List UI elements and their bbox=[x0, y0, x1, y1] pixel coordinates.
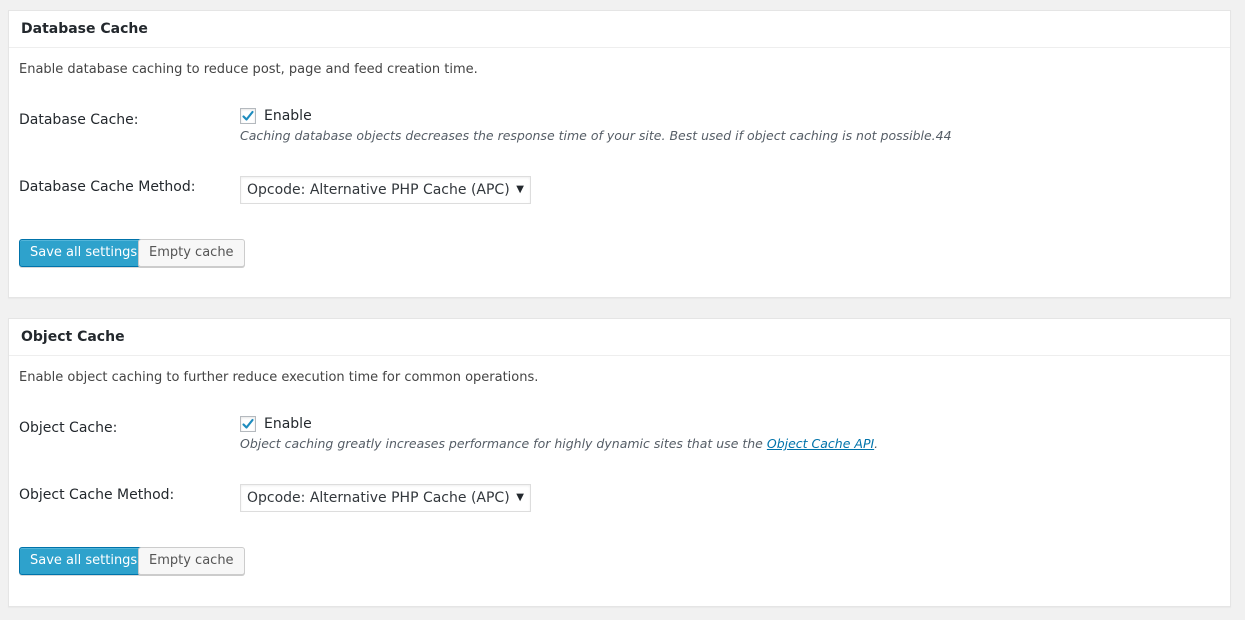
object-cache-hint: Object caching greatly increases perform… bbox=[240, 436, 878, 451]
object-cache-hint-suffix: . bbox=[874, 436, 879, 451]
database-cache-method-select[interactable]: Opcode: Alternative PHP Cache (APC) ▼ bbox=[240, 176, 531, 204]
database-cache-title: Database Cache bbox=[9, 11, 1230, 48]
empty-cache-button[interactable]: Empty cache bbox=[138, 547, 245, 575]
object-cache-enable-label: Enable bbox=[264, 416, 312, 432]
database-cache-method-value: Opcode: Alternative PHP Cache (APC) bbox=[247, 182, 510, 198]
object-cache-api-link[interactable]: Object Cache API bbox=[767, 436, 874, 451]
database-cache-enable-checkbox[interactable] bbox=[240, 108, 256, 124]
chevron-down-icon: ▼ bbox=[516, 492, 524, 503]
object-cache-method-select[interactable]: Opcode: Alternative PHP Cache (APC) ▼ bbox=[240, 484, 531, 512]
database-cache-hint: Caching database objects decreases the r… bbox=[240, 128, 952, 143]
save-all-settings-button[interactable]: Save all settings bbox=[19, 239, 149, 267]
database-cache-enable-toggle[interactable]: Enable bbox=[240, 108, 312, 124]
checkmark-icon bbox=[242, 418, 254, 429]
chevron-down-icon: ▼ bbox=[516, 184, 524, 195]
object-cache-enable-checkbox[interactable] bbox=[240, 416, 256, 432]
empty-cache-button[interactable]: Empty cache bbox=[138, 239, 245, 267]
object-cache-method-label: Object Cache Method: bbox=[19, 487, 175, 503]
object-cache-label: Object Cache: bbox=[19, 420, 118, 436]
save-all-settings-button[interactable]: Save all settings bbox=[19, 547, 149, 575]
object-cache-title: Object Cache bbox=[9, 319, 1230, 356]
checkmark-icon bbox=[242, 110, 254, 121]
database-cache-method-label: Database Cache Method: bbox=[19, 179, 196, 195]
database-cache-panel: Database Cache Enable database caching t… bbox=[8, 10, 1231, 298]
object-cache-method-value: Opcode: Alternative PHP Cache (APC) bbox=[247, 490, 510, 506]
object-cache-hint-text: Object caching greatly increases perform… bbox=[240, 436, 767, 451]
database-cache-description: Enable database caching to reduce post, … bbox=[19, 62, 478, 77]
database-cache-label: Database Cache: bbox=[19, 112, 139, 128]
object-cache-enable-toggle[interactable]: Enable bbox=[240, 416, 312, 432]
object-cache-description: Enable object caching to further reduce … bbox=[19, 370, 539, 385]
database-cache-enable-label: Enable bbox=[264, 108, 312, 124]
object-cache-panel: Object Cache Enable object caching to fu… bbox=[8, 318, 1231, 607]
